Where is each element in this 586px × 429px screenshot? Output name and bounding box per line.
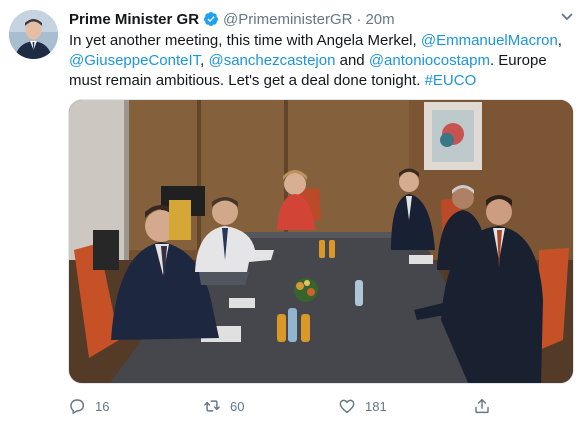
retweet-icon	[204, 400, 220, 412]
mention-link[interactable]: @EmmanuelMacron	[421, 32, 558, 49]
text-part: In yet another meeting, this time with A…	[69, 32, 421, 49]
text-part: ,	[557, 32, 562, 49]
share-button[interactable]	[473, 393, 491, 419]
share-icon	[475, 398, 489, 414]
like-icon	[339, 399, 355, 414]
mention-link[interactable]: @GiuseppeConteIT	[69, 52, 200, 69]
mention-link[interactable]: @sanchezcastejon	[208, 52, 335, 69]
reply-icon	[70, 399, 85, 415]
tweet-header: Prime Minister GR @PrimeministerGR · 20m	[69, 9, 395, 29]
reply-button[interactable]: 16	[68, 393, 109, 419]
like-count: 181	[365, 398, 387, 414]
author-handle[interactable]: @PrimeministerGR	[223, 11, 352, 28]
tweet-actions: 16 60 181	[68, 393, 498, 419]
separator-dot: ·	[356, 10, 362, 28]
hashtag-link[interactable]: #EUCO	[425, 72, 477, 89]
retweet-count: 60	[230, 398, 245, 414]
author-name[interactable]: Prime Minister GR	[69, 11, 199, 28]
mention-link[interactable]: @antoniocostapm	[369, 52, 490, 69]
tweet-photo[interactable]	[68, 99, 574, 384]
avatar[interactable]	[9, 10, 58, 59]
tweet[interactable]: Prime Minister GR @PrimeministerGR · 20m…	[0, 0, 586, 429]
chevron-down-icon[interactable]	[560, 12, 574, 22]
retweet-button[interactable]: 60	[203, 393, 244, 419]
tweet-text: In yet another meeting, this time with A…	[69, 31, 574, 91]
like-button[interactable]: 181	[338, 393, 387, 419]
text-part: and	[335, 52, 369, 69]
timestamp[interactable]: 20m	[365, 11, 394, 28]
verified-badge-icon	[204, 12, 219, 26]
reply-count: 16	[95, 398, 110, 414]
